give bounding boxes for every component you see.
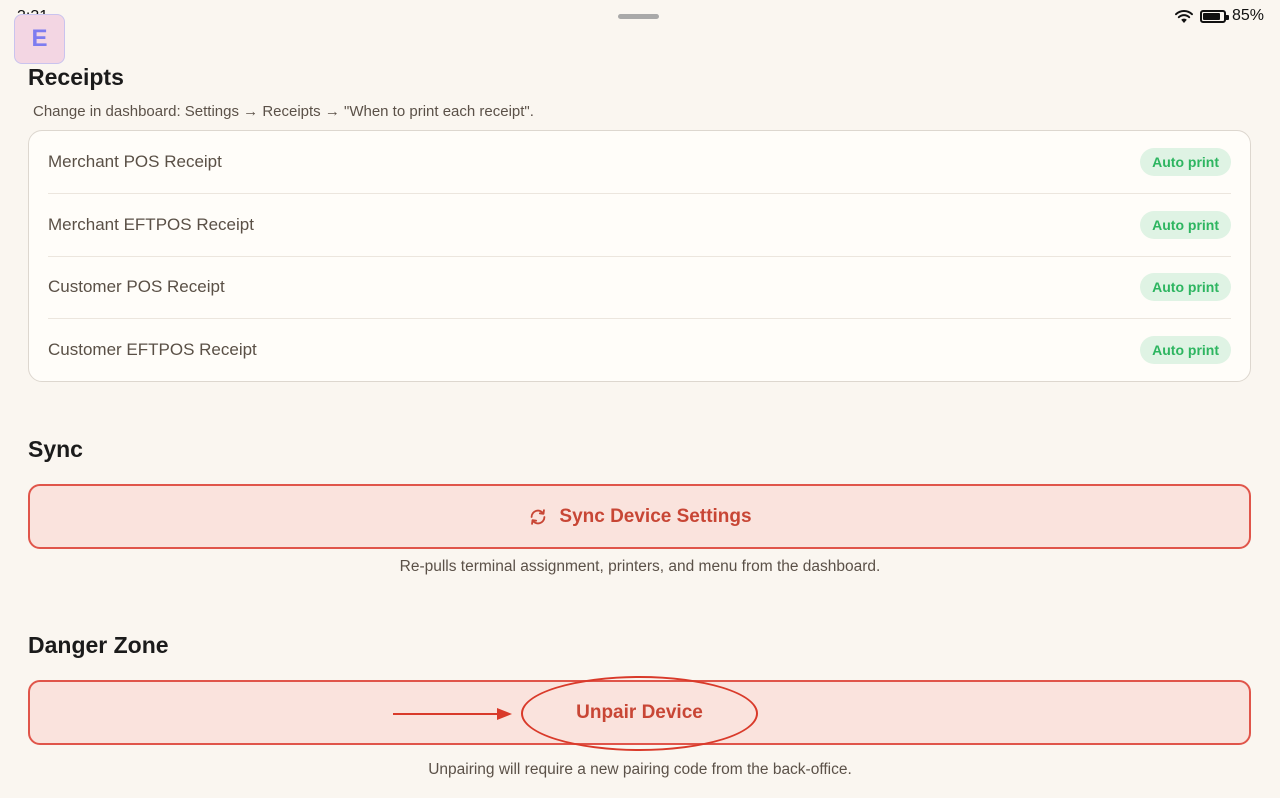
app-badge[interactable]: E [14,14,65,64]
receipt-label: Customer POS Receipt [48,277,225,296]
battery-icon [1199,9,1229,23]
battery-percent: 85% [1231,7,1264,24]
danger-zone-heading: Danger Zone [28,632,169,658]
wifi-icon [1174,10,1193,23]
unpair-note: Unpairing will require a new pairing cod… [428,761,852,778]
receipt-label: Merchant POS Receipt [48,152,222,171]
receipt-row-merchant-pos[interactable]: Merchant POS Receipt Auto print [48,131,1231,193]
sync-note: Re-pulls terminal assignment, printers, … [399,558,881,575]
receipts-hint: Change in dashboard: Settings → Receipts… [33,103,534,120]
refresh-icon [531,508,546,525]
receipts-heading: Receipts [28,64,124,90]
auto-print-badge: Auto print [1140,336,1231,364]
unpair-button-label: Unpair Device [576,701,703,723]
sync-heading: Sync [28,436,83,462]
drag-handle[interactable] [618,14,659,19]
unpair-device-button[interactable]: Unpair Device [28,680,1251,745]
receipt-row-customer-pos[interactable]: Customer POS Receipt Auto print [48,256,1231,318]
receipt-row-customer-eftpos[interactable]: Customer EFTPOS Receipt Auto print [48,319,1231,381]
receipts-card: Merchant POS Receipt Auto print Merchant… [28,130,1251,382]
sync-button-label: Sync Device Settings [559,505,752,527]
battery-level-fill [1202,12,1220,20]
settings-screen: 3:31 85% E Receipts Change in dashboard:… [0,0,1280,798]
receipt-label: Merchant EFTPOS Receipt [48,215,254,234]
receipt-row-merchant-eftpos[interactable]: Merchant EFTPOS Receipt Auto print [48,194,1231,256]
sync-device-settings-button[interactable]: Sync Device Settings [28,484,1251,549]
auto-print-badge: Auto print [1140,273,1231,301]
status-indicators: 85% [1174,7,1264,25]
auto-print-badge: Auto print [1140,211,1231,239]
receipt-label: Customer EFTPOS Receipt [48,340,257,359]
auto-print-badge: Auto print [1140,148,1231,176]
